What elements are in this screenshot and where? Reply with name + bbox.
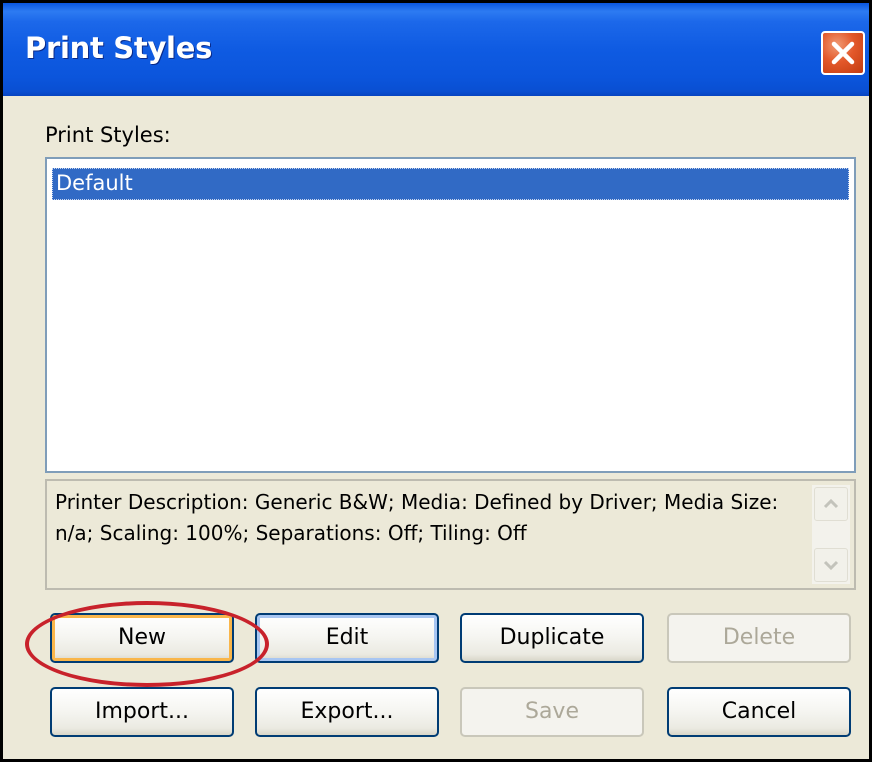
- save-button: Save: [460, 687, 644, 737]
- close-icon: [831, 41, 855, 65]
- title-bar[interactable]: Print Styles: [3, 3, 869, 96]
- export-button[interactable]: Export...: [255, 687, 439, 737]
- cancel-button[interactable]: Cancel: [667, 687, 851, 737]
- import-button[interactable]: Import...: [50, 687, 234, 737]
- scroll-down-button[interactable]: [814, 548, 848, 582]
- print-styles-dialog: Print Styles Print Styles: Default Print…: [0, 0, 872, 762]
- style-description-text: Printer Description: Generic B&W; Media:…: [55, 490, 779, 545]
- window-title: Print Styles: [25, 31, 213, 65]
- print-styles-listbox[interactable]: Default: [45, 157, 856, 473]
- close-button[interactable]: [821, 31, 865, 75]
- scroll-down-arrow-icon: [823, 560, 839, 571]
- delete-button: Delete: [667, 613, 851, 663]
- scroll-up-button[interactable]: [814, 487, 848, 521]
- duplicate-button[interactable]: Duplicate: [460, 613, 644, 663]
- edit-button[interactable]: Edit: [255, 613, 439, 663]
- scroll-up-arrow-icon: [823, 498, 839, 509]
- style-description-box: Printer Description: Generic B&W; Media:…: [45, 479, 856, 590]
- description-scrollbar[interactable]: [812, 485, 850, 584]
- print-styles-list-label: Print Styles:: [45, 123, 171, 147]
- list-item-default[interactable]: Default: [52, 168, 849, 200]
- new-button[interactable]: New: [50, 613, 234, 663]
